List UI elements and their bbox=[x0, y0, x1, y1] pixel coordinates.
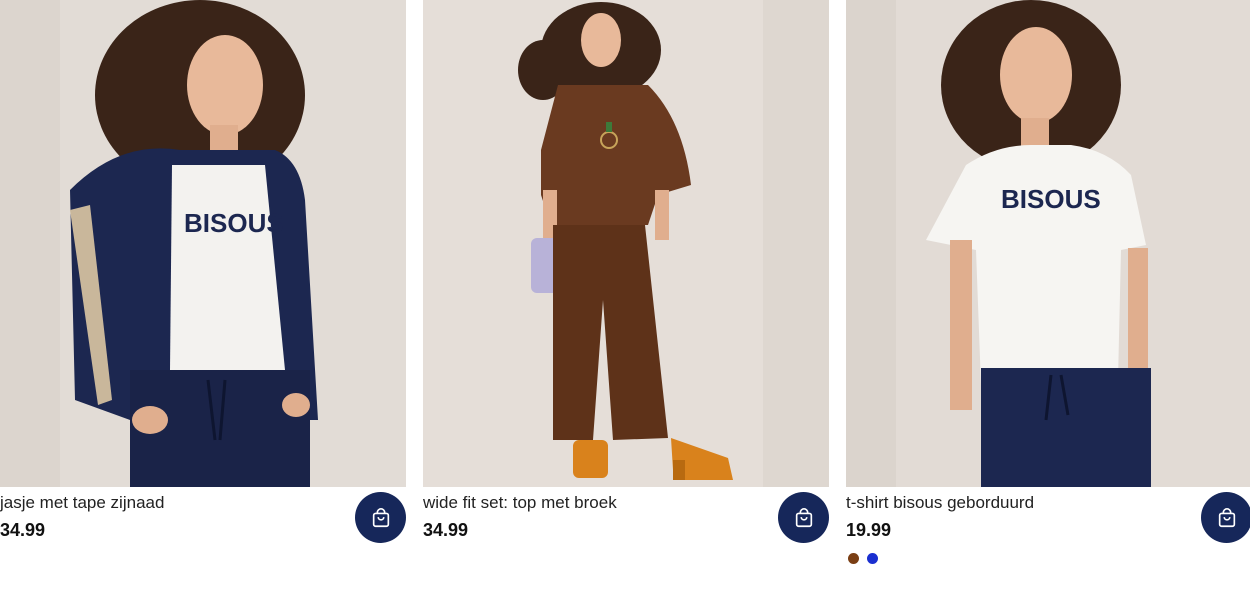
color-swatch-blue[interactable] bbox=[867, 553, 878, 564]
shopping-bag-icon bbox=[1218, 507, 1235, 527]
product-price: 19.99 bbox=[846, 520, 892, 540]
svg-text:BISOUS: BISOUS bbox=[184, 208, 284, 238]
product-card[interactable]: wide fit set: top met broek 34.99 bbox=[423, 0, 829, 607]
svg-text:BISOUS: BISOUS bbox=[1001, 184, 1101, 214]
add-to-cart-button[interactable] bbox=[355, 492, 406, 543]
color-swatches bbox=[848, 553, 878, 564]
color-swatch-brown[interactable] bbox=[848, 553, 859, 564]
add-to-cart-button[interactable] bbox=[778, 492, 829, 543]
product-image[interactable] bbox=[423, 0, 829, 487]
product-title[interactable]: jasje met tape zijnaad bbox=[0, 492, 164, 514]
product-image[interactable]: BISOUS bbox=[0, 0, 406, 487]
shopping-bag-icon bbox=[372, 507, 389, 527]
add-to-cart-button[interactable] bbox=[1201, 492, 1250, 543]
product-title[interactable]: wide fit set: top met broek bbox=[423, 492, 617, 514]
product-price: 34.99 bbox=[0, 520, 46, 540]
product-card[interactable]: BISOUS t-shirt bisous geborduurd 19.99 bbox=[846, 0, 1250, 607]
product-price: 34.99 bbox=[423, 520, 469, 540]
product-card[interactable]: BISOUS jasje met tape zijnaad 34.99 bbox=[0, 0, 406, 607]
shopping-bag-icon bbox=[795, 507, 812, 527]
product-title[interactable]: t-shirt bisous geborduurd bbox=[846, 492, 1034, 514]
product-grid: BISOUS jasje met tape zijnaad 34.99 wide… bbox=[0, 0, 1250, 607]
product-image[interactable]: BISOUS bbox=[846, 0, 1250, 487]
